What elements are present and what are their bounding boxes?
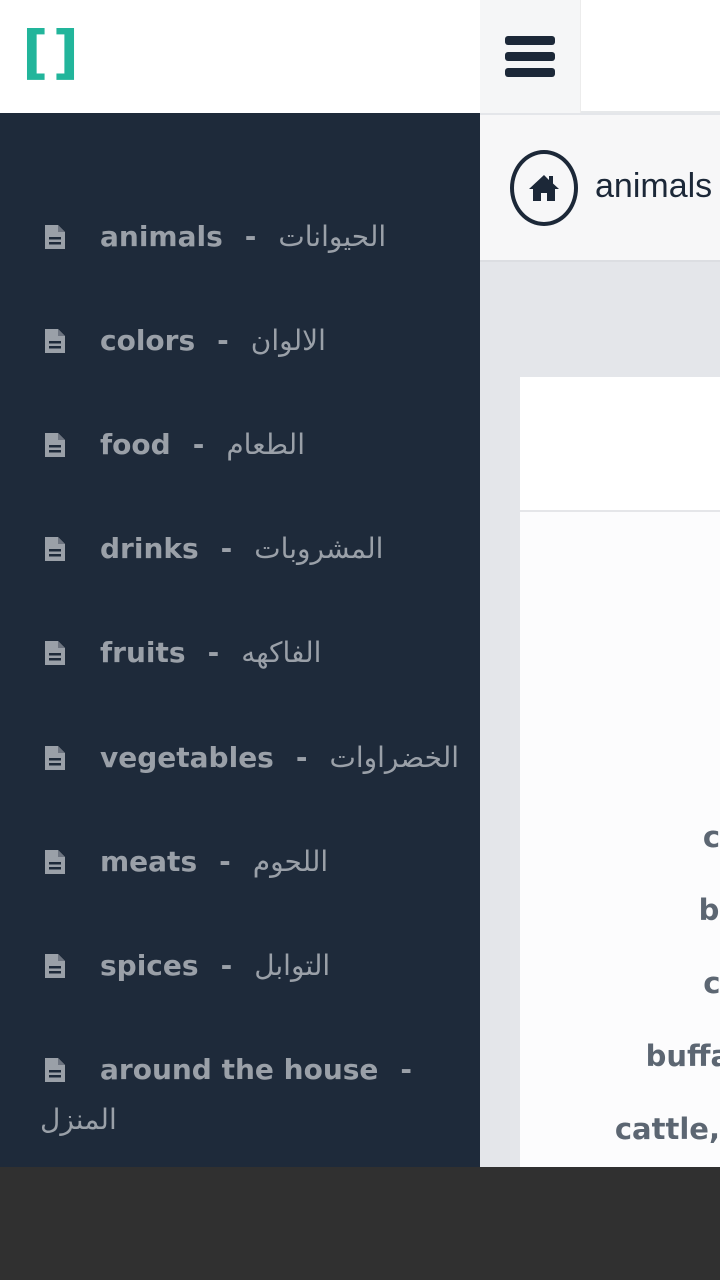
separator: - <box>192 428 205 461</box>
document-icon <box>44 1057 66 1083</box>
page-title: animals <box>595 167 713 205</box>
item-label-ar: المشروبات <box>254 532 384 565</box>
item-label-ar: الخضراوات <box>329 741 460 774</box>
document-icon <box>44 953 66 979</box>
item-label-en: meats <box>100 845 198 878</box>
logo[interactable]: [] <box>22 22 79 86</box>
item-label-en: spices <box>100 949 199 982</box>
item-label-ar: الفاكهه <box>241 636 322 669</box>
sidebar-item-fruits[interactable]: fruits - الفاكهه <box>44 636 321 669</box>
item-label-en: vegetables <box>100 741 274 774</box>
separator: - <box>220 532 233 565</box>
sidebar-item-colors[interactable]: colors - الالوان <box>44 324 326 357</box>
word-item[interactable]: bu <box>699 893 720 927</box>
sidebar-item-vegetables[interactable]: vegetables - الخضراوات <box>44 741 459 774</box>
hamburger-icon <box>505 36 555 45</box>
item-label-en: drinks <box>100 532 199 565</box>
document-icon <box>44 849 66 875</box>
item-label-ar: الحيوانات <box>278 220 387 253</box>
sidebar-item-around-the-house-ar[interactable]: المنزل <box>40 1103 117 1136</box>
item-label-en: fruits <box>100 636 186 669</box>
sidebar: animals - الحيوانات colors - الالوان food - الطع… <box>0 113 480 1167</box>
word-item[interactable]: co <box>703 820 720 854</box>
separator: - <box>244 220 257 253</box>
word-item[interactable]: ca <box>703 966 720 1000</box>
item-label-ar: التوابل <box>254 949 331 982</box>
item-label-ar: المنزل <box>40 1103 117 1136</box>
item-label-en: around the house <box>100 1053 379 1086</box>
separator: - <box>207 636 220 669</box>
system-nav-bar <box>0 1167 720 1280</box>
item-label-ar: الالوان <box>250 324 326 357</box>
hamburger-icon-bar <box>505 68 555 77</box>
separator: - <box>220 949 233 982</box>
top-bar <box>480 0 720 113</box>
sidebar-item-animals[interactable]: animals - الحيوانات <box>44 220 386 253</box>
card-header <box>520 377 720 512</box>
item-label-ar: الطعام <box>226 428 305 461</box>
separator: - <box>400 1053 413 1086</box>
document-icon <box>44 745 66 771</box>
sidebar-item-food[interactable]: food - الطعام <box>44 428 305 461</box>
document-icon <box>44 328 66 354</box>
separator: - <box>219 845 231 878</box>
hamburger-icon-bar <box>505 52 555 61</box>
home-button[interactable] <box>510 150 578 226</box>
word-item[interactable]: buffal <box>646 1039 720 1073</box>
document-icon <box>44 432 66 458</box>
content-card: cdcobucabuffalcattle, l <box>520 377 720 1167</box>
item-label-en: animals <box>100 220 223 253</box>
document-icon <box>44 224 66 250</box>
hamburger-menu-button[interactable] <box>480 0 581 113</box>
logo-bar: [] <box>0 0 480 113</box>
home-icon <box>529 175 559 201</box>
sidebar-item-around-the-house[interactable]: around the house - <box>44 1053 434 1086</box>
document-icon <box>44 536 66 562</box>
item-label-en: food <box>100 428 171 461</box>
sidebar-item-spices[interactable]: spices - التوابل <box>44 949 330 982</box>
item-label-en: colors <box>100 324 196 357</box>
item-label-ar: اللحوم <box>252 845 329 878</box>
word-item[interactable]: cattle, l <box>615 1112 720 1146</box>
sidebar-item-meats[interactable]: meats - اللحوم <box>44 845 328 878</box>
app: [] animals - الحيوانات colors - الالوان food - ا… <box>0 0 720 1167</box>
separator: - <box>217 324 229 357</box>
separator: - <box>295 741 308 774</box>
document-icon <box>44 640 66 666</box>
breadcrumb: animals <box>480 115 720 262</box>
sidebar-item-drinks[interactable]: drinks - المشروبات <box>44 532 383 565</box>
